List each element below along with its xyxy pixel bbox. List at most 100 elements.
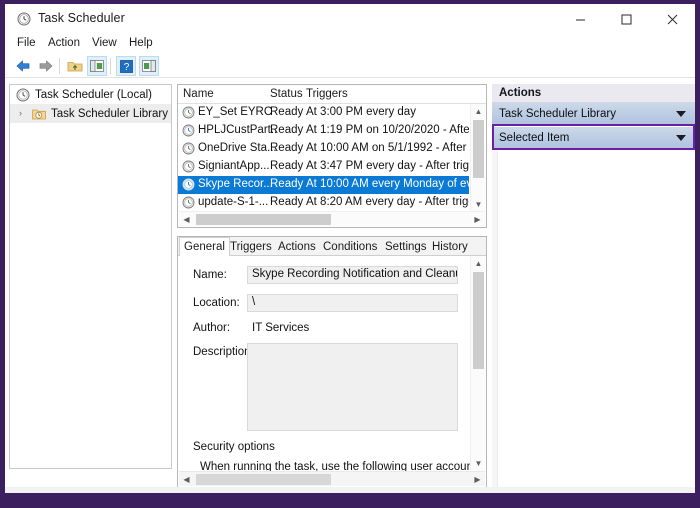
task-triggers: At 3:00 PM every day xyxy=(306,106,416,118)
actions-group-selected-item[interactable]: Selected Item xyxy=(492,127,695,149)
menu-bar: File Action View Help xyxy=(5,34,695,54)
tab-label: Settings xyxy=(385,240,427,253)
security-options-title: Security options xyxy=(193,441,275,453)
console-tree-pane: Task Scheduler (Local) › Task Scheduler … xyxy=(9,84,172,469)
actions-pane: Actions Task Scheduler Library Selected … xyxy=(492,84,695,489)
tab-label: Triggers xyxy=(230,240,272,253)
menu-item-help[interactable]: Help xyxy=(127,37,155,49)
detail-horizontal-scrollbar[interactable]: ◀ ▶ xyxy=(179,471,485,486)
menu-item-file[interactable]: File xyxy=(15,37,38,49)
scroll-down-icon[interactable]: ▼ xyxy=(471,197,486,212)
task-name: EY_Set EYRC ... xyxy=(198,106,276,118)
up-folder-icon[interactable] xyxy=(65,56,85,76)
task-list-horizontal-scrollbar[interactable]: ◀ ▶ xyxy=(179,211,485,226)
scroll-up-icon[interactable]: ▲ xyxy=(471,256,486,271)
scroll-left-icon[interactable]: ◀ xyxy=(179,212,194,227)
detail-vertical-scrollbar[interactable]: ▲ ▼ xyxy=(470,256,485,471)
author-label: Author: xyxy=(193,322,231,334)
toolbar-separator-2 xyxy=(110,58,111,74)
scrollbar-thumb[interactable] xyxy=(196,474,331,485)
task-clock-icon xyxy=(182,178,195,191)
task-scheduler-window: Task Scheduler File Action View Help ? T… xyxy=(5,4,695,493)
actions-pane-header: Actions xyxy=(492,84,695,103)
tab-history[interactable]: History xyxy=(428,237,472,256)
task-triggers: At 3:47 PM every day - After trigger xyxy=(306,160,469,172)
task-name: Skype Recor... xyxy=(198,178,273,190)
author-value: IT Services xyxy=(252,322,310,334)
task-status: Ready xyxy=(270,178,304,190)
chevron-right-icon[interactable]: › xyxy=(19,109,27,118)
task-name: update-S-1-... xyxy=(198,196,269,208)
scroll-left-icon[interactable]: ◀ xyxy=(179,472,194,487)
task-triggers: At 10:00 AM every Monday of ever xyxy=(306,178,469,190)
table-row-selected[interactable]: Skype Recor... Ready At 10:00 AM every M… xyxy=(178,176,469,194)
clock-icon xyxy=(17,12,31,26)
tree-node-task-scheduler-local[interactable]: Task Scheduler (Local) xyxy=(10,85,171,104)
tree-node-task-scheduler-library[interactable]: › Task Scheduler Library xyxy=(10,104,171,123)
chevron-down-icon[interactable] xyxy=(676,111,686,117)
tab-actions[interactable]: Actions xyxy=(274,237,320,256)
task-name: HPLJCustPart... xyxy=(198,124,276,136)
detail-tabstrip: General Triggers Actions Conditions Sett… xyxy=(178,237,486,257)
tab-conditions[interactable]: Conditions xyxy=(319,237,381,256)
scroll-right-icon[interactable]: ▶ xyxy=(470,212,485,227)
help-icon[interactable]: ? xyxy=(116,56,136,76)
name-value: Skype Recording Notification and Cleanup xyxy=(252,268,458,280)
clock-icon xyxy=(16,88,30,102)
scrollbar-thumb[interactable] xyxy=(473,272,484,369)
column-header-triggers[interactable]: Triggers xyxy=(306,88,348,100)
table-row[interactable]: OneDrive Sta... Ready At 10:00 AM on 5/1… xyxy=(178,140,469,158)
menu-item-view[interactable]: View xyxy=(90,37,119,49)
location-field[interactable]: \ xyxy=(247,294,458,312)
actions-group-label: Selected Item xyxy=(499,131,570,144)
column-header-name[interactable]: Name xyxy=(183,88,214,100)
actions-group-label: Task Scheduler Library xyxy=(499,107,616,120)
task-triggers: At 8:20 AM every day - After trigge xyxy=(306,196,469,208)
tab-general[interactable]: General xyxy=(179,237,230,257)
task-triggers: At 1:19 PM on 10/20/2020 - After tri xyxy=(306,124,469,136)
chevron-down-icon[interactable] xyxy=(676,135,686,141)
scroll-right-icon[interactable]: ▶ xyxy=(470,472,485,487)
task-clock-icon xyxy=(182,106,195,119)
svg-text:?: ? xyxy=(123,62,129,73)
name-field[interactable]: Skype Recording Notification and Cleanup xyxy=(247,266,458,284)
task-status: Ready xyxy=(270,124,304,136)
task-status: Ready xyxy=(270,142,304,154)
toolbar-separator xyxy=(59,58,60,74)
table-row[interactable]: EY_Set EYRC ... Ready At 3:00 PM every d… xyxy=(178,104,469,122)
actions-pane-body xyxy=(492,150,695,489)
main-content-pane: Name Status Triggers EY_Set EYRC ... Rea… xyxy=(177,84,487,488)
close-button[interactable] xyxy=(649,4,695,34)
scrollbar-thumb[interactable] xyxy=(196,214,331,225)
actions-pane-scrollbar[interactable] xyxy=(492,151,498,489)
tab-triggers[interactable]: Triggers xyxy=(226,237,276,256)
scroll-down-icon[interactable]: ▼ xyxy=(471,456,486,471)
minimize-button[interactable] xyxy=(557,4,603,34)
task-status: Ready xyxy=(270,196,304,208)
actions-group-task-scheduler-library[interactable]: Task Scheduler Library xyxy=(492,103,695,125)
back-arrow-icon[interactable] xyxy=(13,56,33,76)
description-field[interactable] xyxy=(247,343,458,431)
window-title: Task Scheduler xyxy=(38,11,125,25)
task-list-vertical-scrollbar[interactable]: ▲ ▼ xyxy=(470,104,485,212)
task-clock-icon xyxy=(182,160,195,173)
forward-arrow-icon[interactable] xyxy=(36,56,56,76)
name-label: Name: xyxy=(193,269,227,281)
folder-clock-icon xyxy=(32,107,46,121)
menu-item-action[interactable]: Action xyxy=(46,37,82,49)
table-row[interactable]: SigniantApp... Ready At 3:47 PM every da… xyxy=(178,158,469,176)
tab-settings[interactable]: Settings xyxy=(381,237,431,256)
actions-pane-title: Actions xyxy=(499,87,542,99)
table-row[interactable]: update-S-1-... Ready At 8:20 AM every da… xyxy=(178,194,469,212)
column-header-status[interactable]: Status xyxy=(270,88,303,100)
scroll-up-icon[interactable]: ▲ xyxy=(471,104,486,119)
window-titlebar: Task Scheduler xyxy=(5,4,695,34)
maximize-button[interactable] xyxy=(603,4,649,34)
show-hide-console-tree-icon[interactable] xyxy=(87,56,107,76)
show-hide-action-pane-icon[interactable] xyxy=(139,56,159,76)
location-value: \ xyxy=(252,296,256,308)
task-triggers: At 10:00 AM on 5/1/1992 - After trig xyxy=(306,142,469,154)
table-row[interactable]: HPLJCustPart... Ready At 1:19 PM on 10/2… xyxy=(178,122,469,140)
scrollbar-thumb[interactable] xyxy=(473,120,484,178)
task-list-header: Name Status Triggers xyxy=(178,85,486,104)
